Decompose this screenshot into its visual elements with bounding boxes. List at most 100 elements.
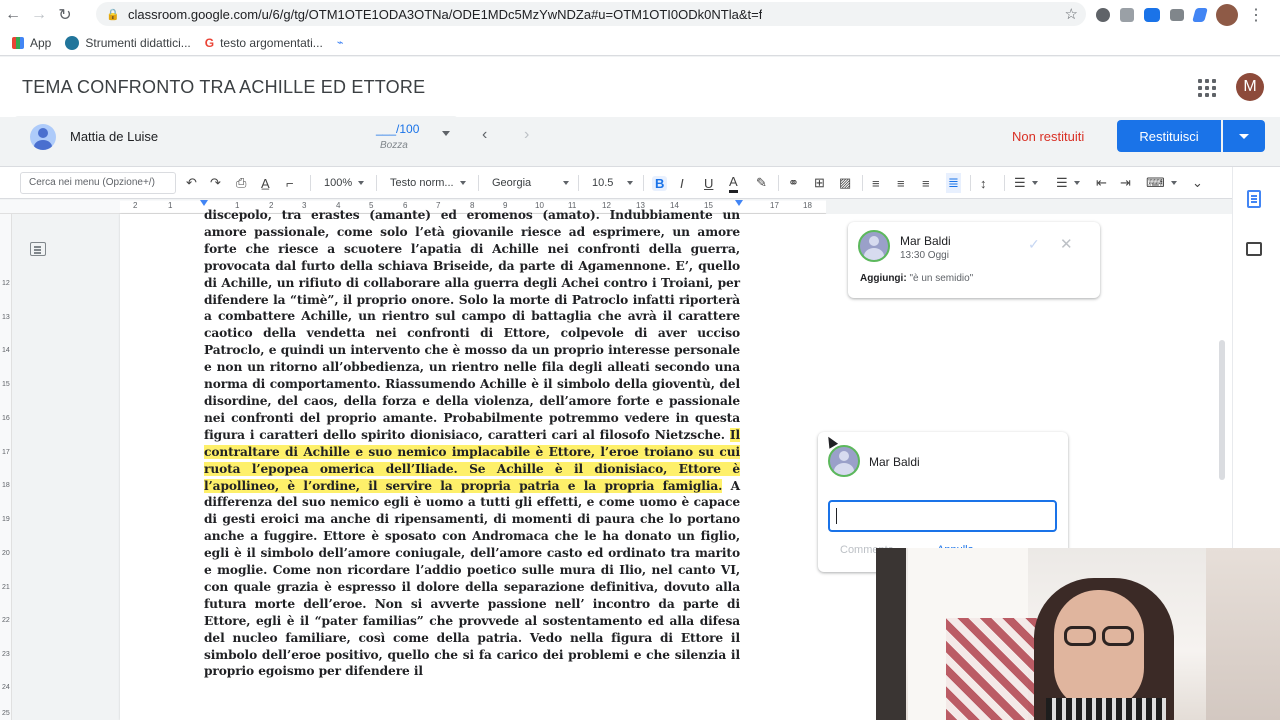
image-icon[interactable]: ▨ xyxy=(839,173,851,193)
bookmark-strumenti[interactable]: Strumenti didattici... xyxy=(65,35,191,50)
zoom-select[interactable]: 100% xyxy=(324,173,365,193)
extension-icon[interactable] xyxy=(1192,8,1208,22)
link-icon[interactable]: ⚭ xyxy=(788,173,799,193)
check-icon[interactable]: ✓ xyxy=(1028,236,1040,253)
more-vert-icon[interactable]: ⋮ xyxy=(1248,5,1264,25)
text-color-icon[interactable]: A xyxy=(729,173,738,193)
underline-icon[interactable]: U xyxy=(704,173,713,193)
bookmark-label: testo argomentati... xyxy=(220,35,323,50)
chevron-down-icon[interactable] xyxy=(442,131,450,136)
align-left-icon[interactable]: ≡ xyxy=(872,173,880,193)
student-avatar xyxy=(30,124,56,150)
commenter-avatar xyxy=(858,230,890,262)
indent-marker[interactable] xyxy=(200,200,208,206)
spellcheck-icon[interactable]: A̲ xyxy=(261,173,270,193)
bulleted-list-icon[interactable]: ☰ xyxy=(1056,173,1080,193)
document-icon[interactable] xyxy=(1247,190,1261,208)
highlight-color-icon[interactable]: ✎ xyxy=(756,173,767,193)
text-cursor xyxy=(836,508,837,524)
account-avatar[interactable]: M xyxy=(1236,73,1264,101)
style-value: Testo norm... xyxy=(390,177,454,189)
next-student-icon[interactable]: › xyxy=(524,126,529,144)
comment-time: 13:30 Oggi xyxy=(900,250,949,261)
paragraph-text: discepolo, tra erastes (amante) ed erome… xyxy=(204,208,740,442)
extension-icon[interactable] xyxy=(1096,8,1110,22)
font-value: Georgia xyxy=(492,177,532,189)
bold-icon[interactable]: B xyxy=(652,173,668,193)
align-justify-icon[interactable]: ≣ xyxy=(946,173,961,193)
decrease-indent-icon[interactable]: ⇤ xyxy=(1096,173,1107,193)
not-returned-status: Non restituiti xyxy=(1012,129,1085,144)
align-right-icon[interactable]: ≡ xyxy=(922,173,930,193)
lock-icon: 🔒 xyxy=(106,9,120,21)
right-indent-marker[interactable] xyxy=(735,200,743,206)
grade-input[interactable]: ___/100 xyxy=(376,122,419,136)
forward-icon[interactable]: → xyxy=(26,2,52,28)
extensions: ⋮ xyxy=(1096,4,1264,26)
reply-author: Mar Baldi xyxy=(869,455,920,469)
comment-author: Mar Baldi xyxy=(900,234,951,248)
zoom-value: 100% xyxy=(324,177,353,189)
collapse-toolbar-icon[interactable]: ⌄ xyxy=(1192,173,1203,193)
font-select[interactable]: Georgia xyxy=(492,173,570,193)
classroom-header: TEMA CONFRONTO TRA ACHILLE ED ETTORE M xyxy=(0,57,1280,117)
grade-status: Bozza xyxy=(380,140,408,151)
back-icon[interactable]: ← xyxy=(0,2,26,28)
extension-icon[interactable] xyxy=(1144,8,1160,22)
bookmark-label: Strumenti didattici... xyxy=(85,35,191,50)
comment-reply-input[interactable] xyxy=(828,500,1057,532)
document-page[interactable]: discepolo, tra erastes (amante) ed erome… xyxy=(120,208,826,720)
suggestion-content: "è un semidio" xyxy=(909,273,974,284)
google-apps-icon[interactable] xyxy=(1198,79,1216,97)
align-center-icon[interactable]: ≡ xyxy=(897,173,905,193)
return-button[interactable]: Restituisci xyxy=(1117,120,1221,152)
undo-icon[interactable]: ↶ xyxy=(186,173,197,193)
assignment-title: TEMA CONFRONTO TRA ACHILLE ED ETTORE xyxy=(22,77,426,97)
search-menus-input[interactable]: Cerca nei menu (Opzione+/) xyxy=(20,172,176,194)
increase-indent-icon[interactable]: ⇥ xyxy=(1120,173,1131,193)
vertical-ruler: 12 13 14 15 16 17 18 19 20 21 22 23 24 2… xyxy=(0,214,12,720)
close-icon[interactable]: ✕ xyxy=(1060,235,1073,253)
wordpress-icon xyxy=(65,35,80,50)
comment-card[interactable]: Mar Baldi 13:30 Oggi ✓ ✕ Aggiungi: "è un… xyxy=(848,222,1100,298)
document-outline-icon[interactable] xyxy=(30,242,46,256)
google-icon: G xyxy=(204,35,215,50)
add-comment-icon[interactable]: ⊞ xyxy=(814,173,825,193)
print-icon[interactable]: ⎙ xyxy=(236,173,246,193)
comments-scrollbar[interactable] xyxy=(1219,340,1225,480)
font-size-select[interactable]: 10.5 xyxy=(592,173,634,193)
line-spacing-icon[interactable]: ↕ xyxy=(980,173,987,193)
bookmark-apps[interactable]: App xyxy=(12,36,51,50)
document-body[interactable]: discepolo, tra erastes (amante) ed erome… xyxy=(204,207,740,680)
comment-icon[interactable] xyxy=(1246,242,1262,256)
docs-toolbar: Cerca nei menu (Opzione+/) ↶ ↷ ⎙ A̲ ⌐ 10… xyxy=(0,167,1280,199)
url-text: classroom.google.com/u/6/g/tg/OTM1OTE1OD… xyxy=(128,6,763,22)
student-name: Mattia de Luise xyxy=(70,129,159,144)
bookmark-star-icon[interactable]: ☆ xyxy=(1065,5,1078,23)
bookmark-testo[interactable]: G testo argomentati... xyxy=(205,36,323,50)
italic-icon[interactable]: I xyxy=(680,173,684,193)
suggestion-action: Aggiungi: xyxy=(860,273,907,284)
paragraph-text: A differenza del suo nemico egli è uomo … xyxy=(204,478,741,679)
redo-icon[interactable]: ↷ xyxy=(210,173,221,193)
checklist-icon[interactable]: ☰ xyxy=(1014,173,1038,193)
profile-avatar[interactable] xyxy=(1216,4,1238,26)
extension-icon[interactable] xyxy=(1120,8,1134,22)
paint-format-icon[interactable]: ⌐ xyxy=(286,173,294,193)
bookmark-label: App xyxy=(30,35,52,50)
reload-icon[interactable]: ↻ xyxy=(52,2,78,28)
address-bar[interactable]: 🔒 classroom.google.com/u/6/g/tg/OTM1OTE1… xyxy=(96,2,1086,26)
style-select[interactable]: Testo norm... xyxy=(390,173,466,193)
apps-grid-icon xyxy=(12,36,24,49)
student-selector[interactable]: Mattia de Luise ___/100 Bozza xyxy=(14,116,458,158)
bookmark-extra[interactable]: ⌁ xyxy=(337,36,344,49)
extension-icon[interactable] xyxy=(1170,9,1184,21)
font-size-value: 10.5 xyxy=(592,177,614,189)
suggestion-text: Aggiungi: "è un semidio" xyxy=(860,273,973,284)
previous-student-icon[interactable]: ‹ xyxy=(482,126,487,144)
webcam-overlay xyxy=(876,548,1280,720)
return-dropdown-button[interactable] xyxy=(1223,120,1265,152)
reply-author-avatar xyxy=(828,445,860,477)
screen: ← → ↻ 🔒 classroom.google.com/u/6/g/tg/OT… xyxy=(0,0,1280,720)
input-tools-icon[interactable]: ⌨ xyxy=(1146,173,1177,193)
